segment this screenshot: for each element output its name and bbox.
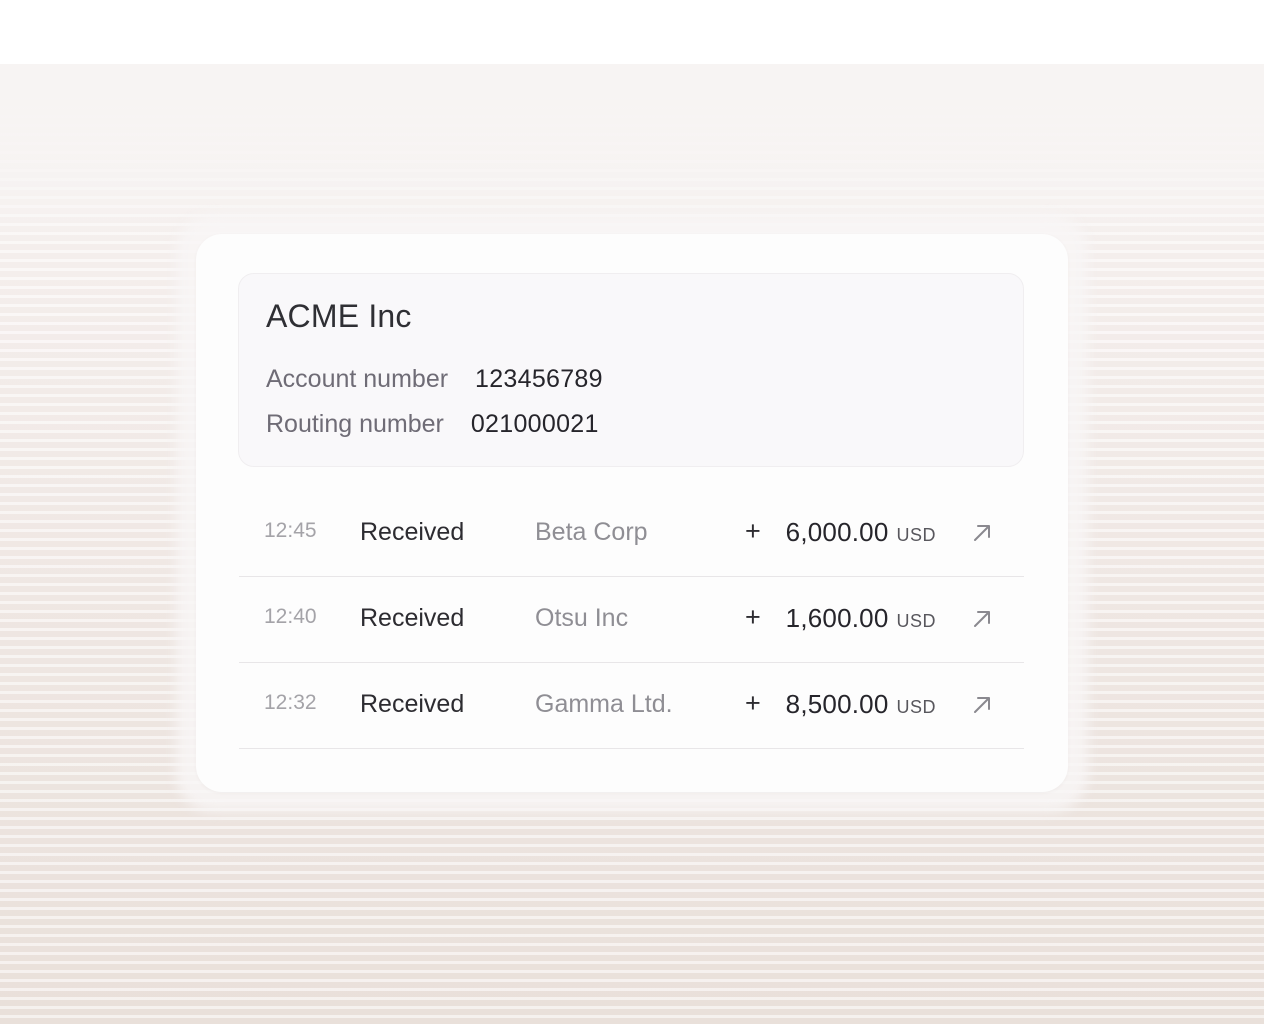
- transaction-currency: USD: [896, 697, 936, 717]
- transaction-amount-group: 6,000.00 USD: [786, 517, 936, 548]
- transaction-counterparty: Otsu Inc: [535, 604, 629, 632]
- transaction-sign: +: [745, 688, 761, 718]
- transaction-amount-group: 1,600.00 USD: [786, 603, 936, 634]
- transaction-row[interactable]: 12:32 Received Gamma Ltd. + 8,500.00 USD: [239, 662, 1024, 749]
- transaction-amount: 8,500.00: [785, 689, 889, 719]
- arrow-up-right-icon[interactable]: [971, 694, 993, 716]
- account-number-row: Account number 123456789: [266, 365, 603, 394]
- transaction-status: Received: [360, 518, 465, 546]
- transaction-row[interactable]: 12:40 Received Otsu Inc + 1,600.00 USD: [239, 576, 1024, 663]
- transaction-currency: USD: [896, 525, 936, 545]
- routing-number-value: 021000021: [470, 410, 599, 438]
- transaction-time: 12:40: [264, 605, 317, 628]
- transaction-counterparty: Beta Corp: [535, 518, 648, 546]
- transaction-amount: 6,000.00: [785, 517, 889, 547]
- account-details-panel: ACME Inc Account number 123456789 Routin…: [238, 273, 1024, 467]
- routing-number-row: Routing number 021000021: [266, 410, 599, 439]
- transaction-counterparty: Gamma Ltd.: [535, 690, 673, 718]
- transaction-time: 12:45: [264, 519, 317, 542]
- routing-number-label: Routing number: [266, 410, 444, 438]
- arrow-up-right-icon[interactable]: [971, 608, 993, 630]
- account-number-label: Account number: [266, 365, 449, 393]
- transaction-sign: +: [745, 602, 761, 632]
- transaction-status: Received: [360, 604, 465, 632]
- transaction-row[interactable]: 12:45 Received Beta Corp + 6,000.00 USD: [239, 490, 1024, 577]
- arrow-up-right-icon[interactable]: [971, 522, 993, 544]
- account-number-value: 123456789: [475, 365, 603, 393]
- transaction-time: 12:32: [264, 691, 317, 714]
- account-card: ACME Inc Account number 123456789 Routin…: [196, 234, 1068, 792]
- transaction-amount: 1,600.00: [785, 603, 889, 633]
- transaction-currency: USD: [896, 611, 936, 631]
- transaction-status: Received: [360, 690, 465, 718]
- company-name: ACME Inc: [266, 298, 412, 334]
- transaction-sign: +: [745, 516, 761, 546]
- transaction-amount-group: 8,500.00 USD: [786, 689, 936, 720]
